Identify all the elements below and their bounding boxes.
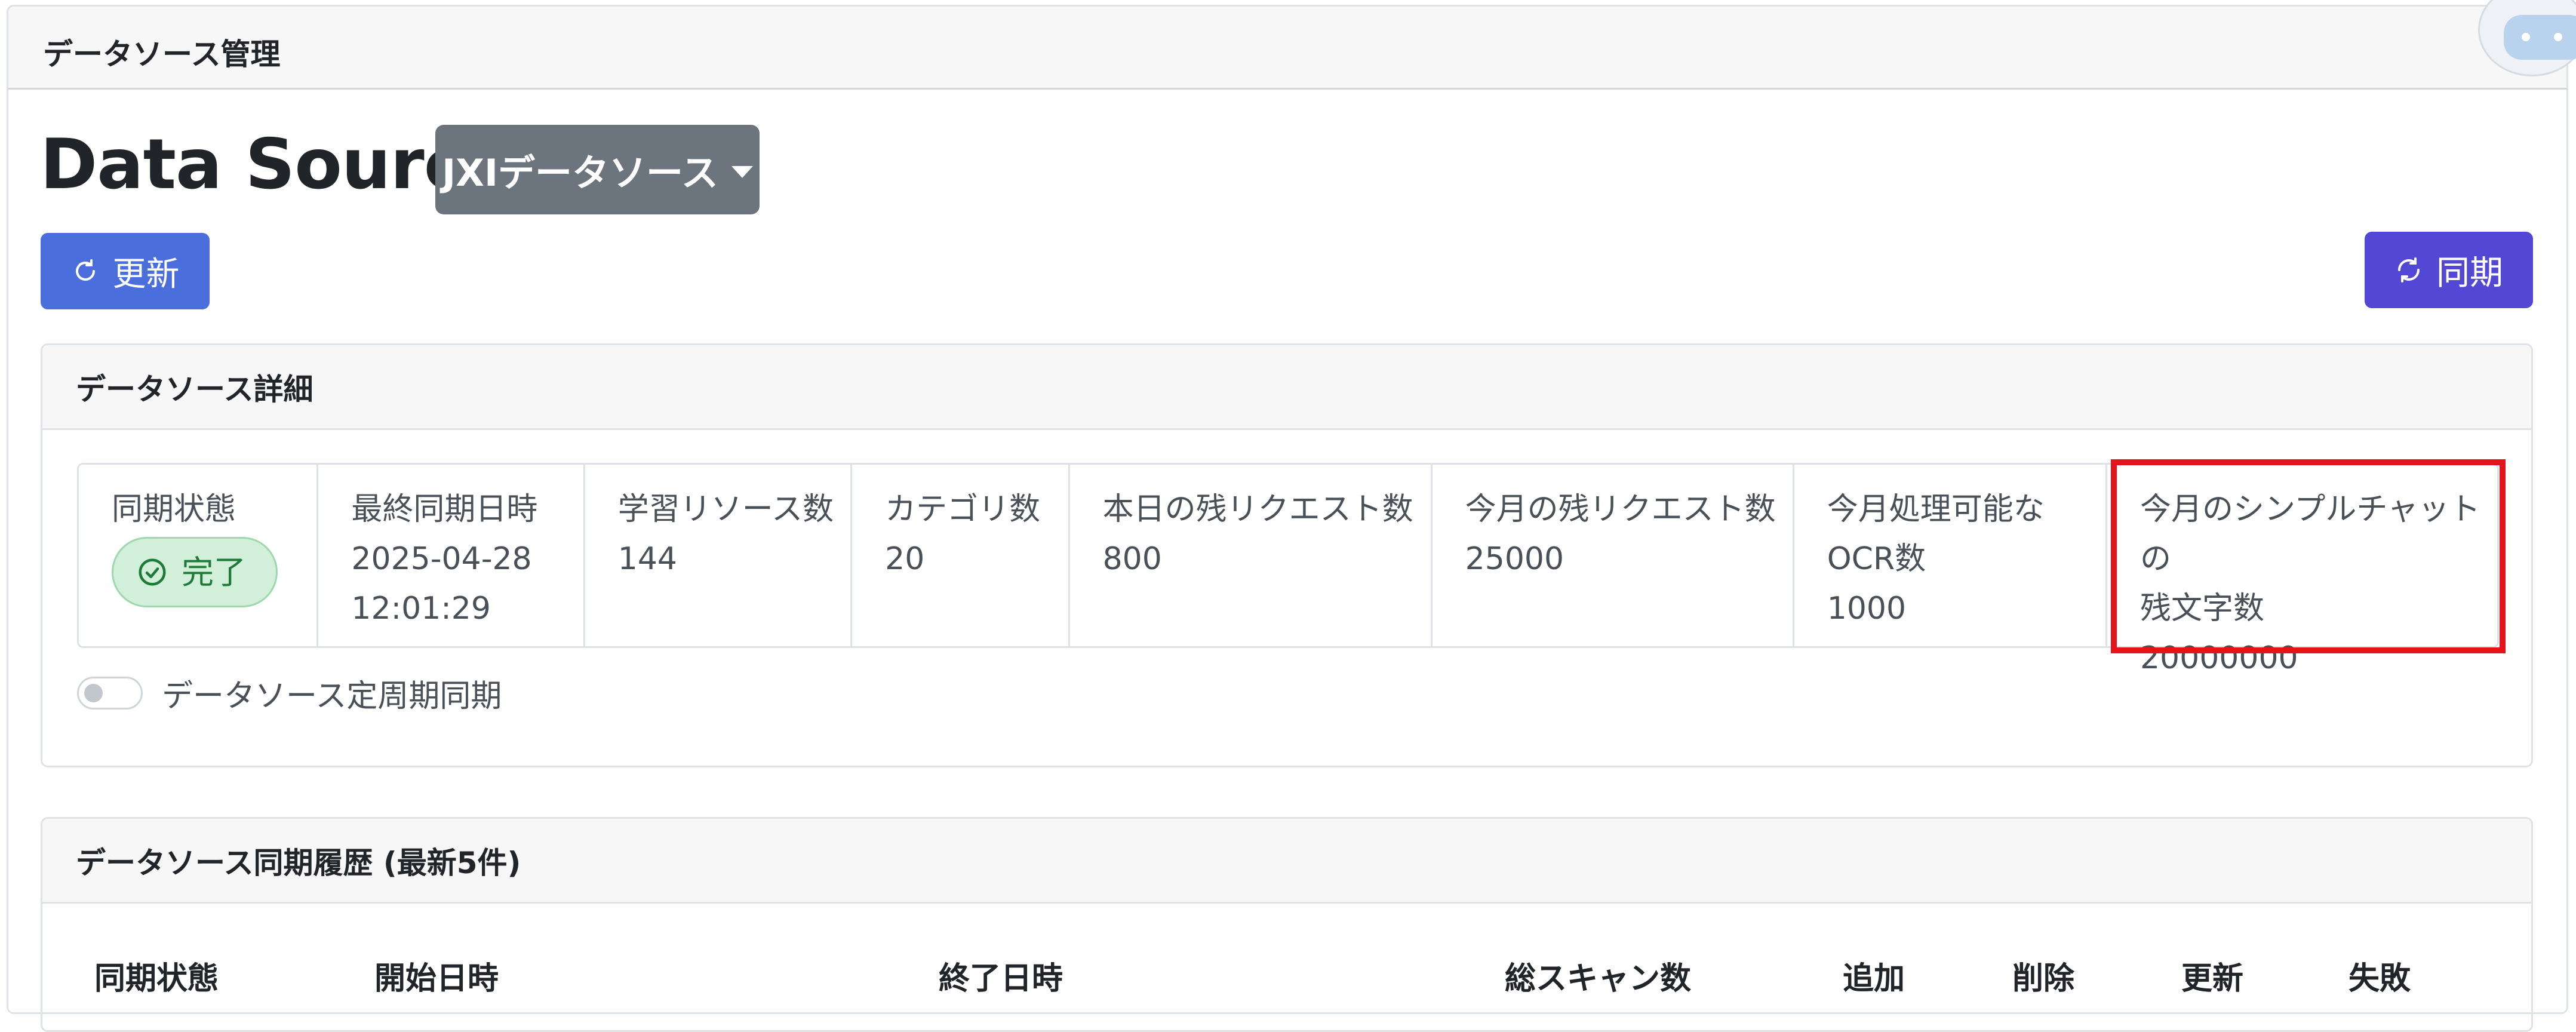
stat-sync-status: 同期状態 完了 [79,465,319,646]
avatar-eye [2554,33,2562,41]
highlight-annotation [2111,459,2506,653]
history-col-header[interactable]: 終了日時 [939,953,1063,998]
stat-label: 最終同期日時 [351,492,538,527]
refresh-label: 更新 [112,254,180,294]
stat-value: 144 [617,541,678,577]
page-title: データソース管理 [43,37,281,72]
stat-label: 今月の残リクエスト数 [1465,492,1776,527]
stat-last-sync: 最終同期日時 2025-04-28 12:01:29 [318,465,585,646]
stat-label: 本日の残リクエスト数 [1102,492,1413,527]
stat-value: 1000 [1827,591,1907,626]
check-circle-icon [139,558,166,586]
sync-icon [2398,257,2420,282]
detail-card-title: データソース詳細 [42,345,2531,430]
history-card-title: データソース同期履歴 (最新5件) [42,819,2531,904]
periodic-sync-toggle[interactable] [77,677,143,710]
status-badge-label: 完了 [182,553,246,591]
stat-label-line2: OCR数 [1827,541,1926,577]
history-col-header[interactable]: 失敗 [2348,953,2411,998]
stat-label-line1: 今月処理可能な [1827,492,2045,527]
stat-value-time: 12:01:29 [351,591,491,626]
stat-value: 20 [885,541,925,577]
stat-value: 800 [1102,541,1162,577]
periodic-sync-toggle-row: データソース定周期同期 [77,671,502,715]
periodic-sync-label: データソース定周期同期 [162,678,502,714]
stat-label: 同期状態 [112,492,236,527]
history-col-header[interactable]: 追加 [1843,953,1905,998]
caret-down-icon [731,166,753,178]
stat-learning-resources: 学習リソース数 144 [585,465,853,646]
refresh-button[interactable]: 更新 [41,233,210,309]
stat-label: 学習リソース数 [617,492,834,527]
status-badge: 完了 [112,537,278,607]
sync-label: 同期 [2436,253,2503,293]
avatar-eye [2522,33,2530,41]
toggle-knob [84,684,103,702]
history-col-header[interactable]: 更新 [2181,953,2243,998]
stat-label: カテゴリ数 [885,492,1041,527]
history-col-header[interactable]: 同期状態 [94,953,219,998]
avatar-face [2504,15,2576,60]
history-col-header[interactable]: 開始日時 [374,953,499,998]
refresh-icon [75,259,95,281]
datasource-selected: JXIデータソース [442,151,718,195]
datasource-dropdown[interactable]: JXIデータソース [435,125,760,214]
stat-categories: カテゴリ数 20 [852,465,1070,646]
page-header: データソース管理 [7,5,2568,90]
stat-monthly-ocr: 今月処理可能な OCR数 1000 [1794,465,2107,646]
sync-button[interactable]: 同期 [2365,232,2533,308]
history-col-header[interactable]: 総スキャン数 [1505,953,1691,998]
stat-monthly-requests: 今月の残リクエスト数 25000 [1433,465,1794,646]
stat-daily-requests: 本日の残リクエスト数 800 [1070,465,1433,646]
stat-value-date: 2025-04-28 [351,541,532,577]
stat-value: 25000 [1465,541,1564,577]
history-col-header[interactable]: 削除 [2012,953,2074,998]
sync-history-card: データソース同期履歴 (最新5件) 同期状態 開始日時 終了日時 総スキャン数 … [41,817,2533,1032]
